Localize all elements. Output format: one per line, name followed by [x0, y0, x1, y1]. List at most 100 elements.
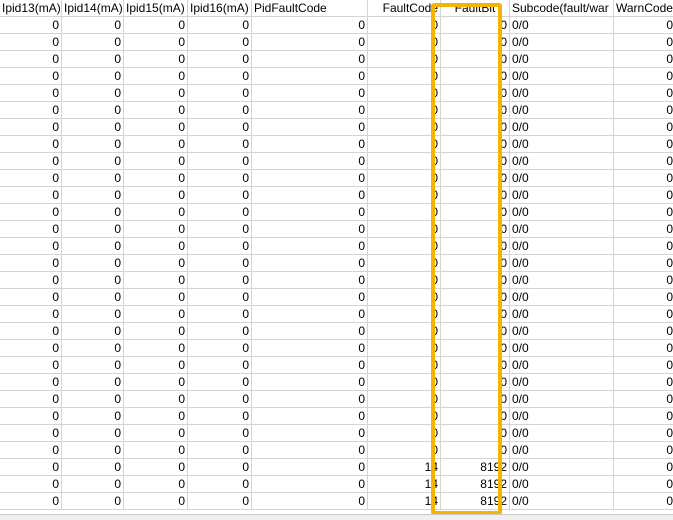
- table-cell[interactable]: 0: [441, 255, 510, 272]
- table-cell[interactable]: 0: [252, 408, 368, 425]
- table-cell[interactable]: 0: [124, 340, 188, 357]
- table-cell[interactable]: 8192: [441, 459, 510, 476]
- table-cell[interactable]: 0: [124, 425, 188, 442]
- table-cell[interactable]: 0: [188, 68, 252, 85]
- table-cell[interactable]: 0/0: [510, 119, 614, 136]
- table-cell[interactable]: 0/0: [510, 374, 614, 391]
- table-cell[interactable]: 0: [441, 204, 510, 221]
- table-cell[interactable]: 0: [124, 391, 188, 408]
- table-cell[interactable]: 0: [62, 119, 124, 136]
- table-cell[interactable]: 0: [441, 170, 510, 187]
- table-cell[interactable]: 0: [188, 289, 252, 306]
- table-cell[interactable]: 0: [188, 204, 252, 221]
- table-cell[interactable]: 0: [62, 221, 124, 238]
- table-cell[interactable]: 0: [252, 459, 368, 476]
- table-cell[interactable]: 0/0: [510, 204, 614, 221]
- table-cell[interactable]: 0: [124, 204, 188, 221]
- table-cell[interactable]: 0: [124, 493, 188, 510]
- table-cell[interactable]: 0: [62, 68, 124, 85]
- table-cell[interactable]: 0: [188, 102, 252, 119]
- table-cell[interactable]: 0: [252, 272, 368, 289]
- table-cell[interactable]: 0: [124, 408, 188, 425]
- table-cell[interactable]: 0: [252, 85, 368, 102]
- table-cell[interactable]: 0/0: [510, 51, 614, 68]
- table-cell[interactable]: 0: [614, 289, 673, 306]
- table-cell[interactable]: 0: [124, 221, 188, 238]
- table-cell[interactable]: 0: [0, 442, 62, 459]
- table-cell[interactable]: 0: [62, 374, 124, 391]
- table-cell[interactable]: 0: [441, 374, 510, 391]
- table-cell[interactable]: 0: [368, 272, 441, 289]
- table-cell[interactable]: 0: [62, 272, 124, 289]
- table-cell[interactable]: 0: [188, 459, 252, 476]
- table-cell[interactable]: 0: [188, 255, 252, 272]
- table-cell[interactable]: 0: [614, 408, 673, 425]
- table-cell[interactable]: 0: [614, 255, 673, 272]
- table-cell[interactable]: 0: [62, 102, 124, 119]
- table-cell[interactable]: 0: [252, 238, 368, 255]
- table-cell[interactable]: 0/0: [510, 306, 614, 323]
- table-cell[interactable]: 8192: [441, 493, 510, 510]
- table-cell[interactable]: 0/0: [510, 238, 614, 255]
- table-cell[interactable]: 0: [368, 255, 441, 272]
- table-cell[interactable]: 0: [188, 51, 252, 68]
- table-cell[interactable]: 0: [124, 238, 188, 255]
- table-cell[interactable]: 0: [0, 374, 62, 391]
- table-cell[interactable]: 0: [368, 221, 441, 238]
- column-header[interactable]: Ipid16(mA): [188, 0, 252, 17]
- table-cell[interactable]: 0: [0, 17, 62, 34]
- table-cell[interactable]: 0: [0, 170, 62, 187]
- table-cell[interactable]: 0: [441, 102, 510, 119]
- table-cell[interactable]: 0: [0, 255, 62, 272]
- table-cell[interactable]: 0: [0, 221, 62, 238]
- table-cell[interactable]: 0: [124, 85, 188, 102]
- table-cell[interactable]: 0: [441, 187, 510, 204]
- table-cell[interactable]: 0/0: [510, 323, 614, 340]
- table-cell[interactable]: 0/0: [510, 289, 614, 306]
- table-cell[interactable]: 0: [124, 272, 188, 289]
- table-cell[interactable]: 0: [614, 391, 673, 408]
- table-cell[interactable]: 14: [368, 493, 441, 510]
- table-cell[interactable]: 0: [188, 425, 252, 442]
- table-cell[interactable]: 0/0: [510, 153, 614, 170]
- table-cell[interactable]: 0: [614, 204, 673, 221]
- table-cell[interactable]: 0: [441, 85, 510, 102]
- table-cell[interactable]: 0: [368, 408, 441, 425]
- table-cell[interactable]: 0: [62, 476, 124, 493]
- table-cell[interactable]: 0: [368, 170, 441, 187]
- table-cell[interactable]: 0: [62, 323, 124, 340]
- table-cell[interactable]: 0: [614, 323, 673, 340]
- table-cell[interactable]: 0: [368, 238, 441, 255]
- table-cell[interactable]: 0: [0, 476, 62, 493]
- table-cell[interactable]: 0: [62, 204, 124, 221]
- table-cell[interactable]: 0: [0, 51, 62, 68]
- table-cell[interactable]: 0: [252, 357, 368, 374]
- table-cell[interactable]: 0: [188, 170, 252, 187]
- table-cell[interactable]: 0: [614, 374, 673, 391]
- table-cell[interactable]: 0: [252, 170, 368, 187]
- table-cell[interactable]: 0: [62, 170, 124, 187]
- table-cell[interactable]: 0: [252, 289, 368, 306]
- table-cell[interactable]: 0: [614, 459, 673, 476]
- table-cell[interactable]: 0: [62, 238, 124, 255]
- table-cell[interactable]: 0: [62, 357, 124, 374]
- table-cell[interactable]: 0: [441, 425, 510, 442]
- table-cell[interactable]: 0: [441, 357, 510, 374]
- table-cell[interactable]: 0: [188, 272, 252, 289]
- column-header[interactable]: Ipid14(mA): [62, 0, 124, 17]
- table-cell[interactable]: 0: [0, 306, 62, 323]
- table-cell[interactable]: 0: [0, 323, 62, 340]
- table-cell[interactable]: 0: [62, 255, 124, 272]
- table-cell[interactable]: 0/0: [510, 425, 614, 442]
- table-cell[interactable]: 0/0: [510, 68, 614, 85]
- table-cell[interactable]: 0: [368, 68, 441, 85]
- table-cell[interactable]: 14: [368, 459, 441, 476]
- table-cell[interactable]: 0/0: [510, 340, 614, 357]
- table-cell[interactable]: 0: [252, 204, 368, 221]
- table-cell[interactable]: 0: [441, 391, 510, 408]
- table-cell[interactable]: 0: [0, 425, 62, 442]
- table-cell[interactable]: 0/0: [510, 187, 614, 204]
- table-cell[interactable]: 0: [0, 493, 62, 510]
- column-header[interactable]: Ipid13(mA): [0, 0, 62, 17]
- table-cell[interactable]: 0: [252, 17, 368, 34]
